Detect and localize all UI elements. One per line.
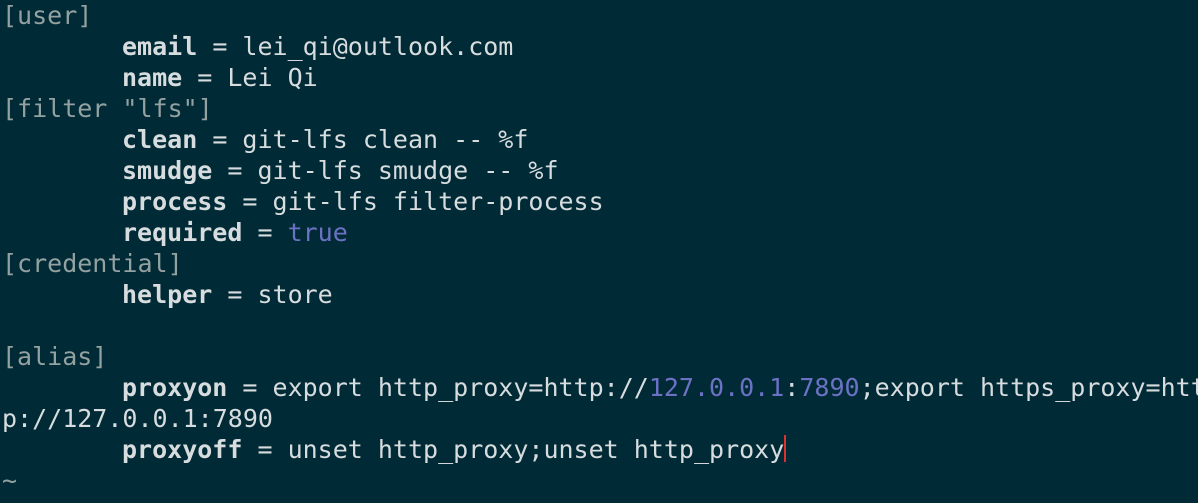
equals-sign: = — [197, 32, 243, 61]
config-value-part: : — [784, 373, 800, 402]
config-value-part: export http_proxy=http:// — [272, 373, 649, 402]
editor-line[interactable]: process = git-lfs filter-process — [2, 186, 604, 217]
editor-line[interactable]: [alias] — [2, 341, 107, 372]
config-key: smudge — [122, 156, 213, 185]
config-value: git-lfs clean -- %f — [242, 125, 529, 154]
editor-line[interactable]: name = Lei Qi — [2, 62, 318, 93]
config-value-part: 127.0.0.1 — [648, 373, 785, 402]
config-key: proxyon — [122, 373, 228, 402]
config-key: email — [122, 32, 198, 61]
section-header: [alias] — [2, 342, 108, 371]
section-header: [credential] — [2, 249, 183, 278]
tilde-marker: ~ — [2, 466, 18, 495]
config-key: process — [122, 187, 228, 216]
config-value: true — [287, 218, 348, 247]
config-value: unset http_proxy;unset http_proxy — [287, 435, 785, 464]
config-value: git-lfs smudge -- %f — [257, 156, 559, 185]
equals-sign: = — [197, 125, 243, 154]
config-key: proxyoff — [122, 435, 243, 464]
config-value-part: 7890 — [799, 373, 860, 402]
editor-line[interactable]: email = lei_qi@outlook.com — [2, 31, 513, 62]
wrapped-line: p://127.0.0.1:7890 — [2, 404, 273, 433]
config-value-part: ;export https_proxy=htt — [859, 373, 1198, 402]
editor-line[interactable]: [filter "lfs"] — [2, 93, 213, 124]
editor-line[interactable]: helper = store — [2, 279, 333, 310]
equals-sign: = — [227, 373, 273, 402]
config-value: Lei Qi — [227, 63, 318, 92]
editor-line[interactable]: proxyon = export http_proxy=http://127.0… — [2, 372, 1198, 403]
text-cursor — [784, 435, 787, 462]
equals-sign: = — [242, 435, 288, 464]
equals-sign: = — [227, 187, 273, 216]
equals-sign: = — [212, 280, 258, 309]
config-value: store — [257, 280, 333, 309]
equals-sign: = — [212, 156, 258, 185]
config-key: helper — [122, 280, 213, 309]
equals-sign: = — [182, 63, 228, 92]
config-key: required — [122, 218, 243, 247]
config-key: clean — [122, 125, 198, 154]
config-key: name — [122, 63, 183, 92]
editor-line[interactable]: smudge = git-lfs smudge -- %f — [2, 155, 559, 186]
section-header: [filter "lfs"] — [2, 94, 213, 123]
editor-line[interactable]: clean = git-lfs clean -- %f — [2, 124, 528, 155]
equals-sign: = — [242, 218, 288, 247]
editor-line[interactable]: ~ — [2, 465, 17, 496]
config-value: git-lfs filter-process — [272, 187, 604, 216]
editor-line[interactable]: required = true — [2, 217, 348, 248]
editor-line[interactable]: proxyoff = unset http_proxy;unset http_p… — [2, 434, 787, 465]
editor-line[interactable]: p://127.0.0.1:7890 — [2, 403, 273, 434]
section-header: [user] — [2, 1, 93, 30]
terminal-editor[interactable]: [user] email = lei_qi@outlook.com name = L… — [0, 0, 1198, 503]
config-value: lei_qi@outlook.com — [242, 32, 514, 61]
editor-line[interactable]: [user] — [2, 0, 92, 31]
editor-line[interactable]: [credential] — [2, 248, 183, 279]
